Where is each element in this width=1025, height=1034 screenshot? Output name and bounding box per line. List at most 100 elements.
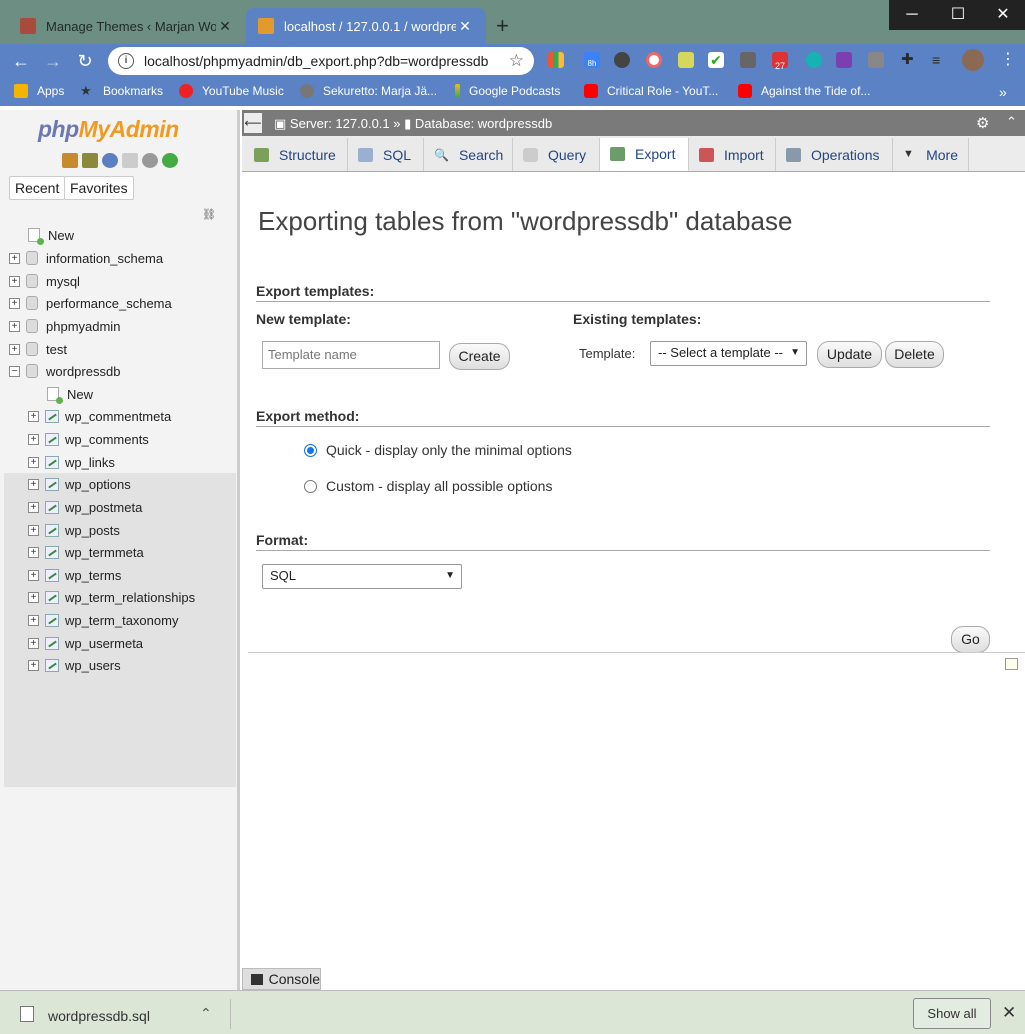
puzzle-extensions-icon[interactable]: ✚ [901,52,917,68]
check-extension-icon[interactable]: ✔ [708,52,724,68]
bookmark-bookmarks[interactable]: ★ Bookmarks [80,84,163,99]
radio-button[interactable] [304,479,317,493]
close-icon[interactable]: ✕ [1002,1003,1016,1023]
radio-custom[interactable]: Custom - display all possible options [304,478,552,494]
radio-quick[interactable]: Quick - display only the minimal options [304,442,572,458]
tab-search[interactable]: 🔍 Search [424,138,513,171]
expand-plus-icon[interactable]: + [28,637,39,649]
reading-list-icon[interactable]: ≡ [932,52,948,68]
tab-close-icon[interactable]: ✕ [456,18,474,35]
tab-sql[interactable]: SQL [348,138,424,171]
show-all-button[interactable]: Show all [913,998,991,1029]
tree-new-database[interactable]: New [28,224,74,246]
extension-icon[interactable] [646,52,662,68]
expand-plus-icon[interactable]: + [9,297,20,309]
back-arrow-icon[interactable]: ← [9,49,33,73]
bookmarks-overflow-icon[interactable]: » [999,84,1007,100]
maximize-icon[interactable]: ☐ [935,0,981,30]
tree-table-wp_terms[interactable]: + wp_terms [28,564,121,586]
bookmark-sekuretto[interactable]: Sekuretto: Marja Jä... [300,84,437,98]
breadcrumb-server[interactable]: Server: 127.0.0.1 [290,116,390,131]
tab-close-icon[interactable]: ✕ [216,18,234,35]
bookmark-against-the-tide[interactable]: Against the Tide of... [738,84,870,98]
create-button[interactable]: Create [449,343,510,370]
expand-plus-icon[interactable]: + [28,569,39,581]
site-info-icon[interactable]: i [118,53,134,69]
extension-icon[interactable] [868,52,884,68]
expand-plus-icon[interactable]: + [28,456,39,468]
chevron-up-icon[interactable]: ⌃ [200,1005,212,1022]
extension-icon[interactable] [806,52,822,68]
expand-plus-icon[interactable]: + [28,501,39,513]
go-button[interactable]: Go [951,626,990,653]
extension-icon[interactable] [740,52,756,68]
expand-plus-icon[interactable]: + [28,478,39,490]
expand-plus-icon[interactable]: + [9,275,20,287]
tab-import[interactable]: Import [689,138,776,171]
expand-plus-icon[interactable]: + [28,659,39,671]
bookmark-youtube-music[interactable]: YouTube Music [179,84,284,98]
tree-table-wp_usermeta[interactable]: + wp_usermeta [28,632,143,654]
download-filename[interactable]: wordpressdb.sql [48,1008,150,1024]
expand-plus-icon[interactable]: + [9,343,20,355]
tree-table-wp_posts[interactable]: + wp_posts [28,519,120,541]
tree-table-wp_options[interactable]: + wp_options [28,473,131,495]
tree-db-performance_schema[interactable]: + performance_schema [9,292,172,314]
minimize-icon[interactable]: ─ [889,0,935,30]
tree-db-mysql[interactable]: + mysql [9,270,80,292]
bookmark-star-icon[interactable]: ☆ [509,51,524,71]
tab-more[interactable]: ▼ More [893,138,969,171]
new-tab-button[interactable]: + [496,13,509,39]
console-toggle[interactable]: Console [242,968,321,990]
tree-table-wp_users[interactable]: + wp_users [28,654,121,676]
phpmyadmin-logo[interactable]: phpMyAdmin [38,116,179,143]
expand-plus-icon[interactable]: + [28,614,39,626]
breadcrumb-database[interactable]: Database: wordpressdb [415,116,552,131]
expand-plus-icon[interactable]: + [9,320,20,332]
tree-db-information_schema[interactable]: + information_schema [9,247,163,269]
settings-gear-icon[interactable]: ⚙ [976,114,989,132]
format-select[interactable]: SQL ▼ [262,564,462,589]
collapse-minus-icon[interactable]: − [9,365,20,377]
profile-avatar[interactable] [962,49,984,71]
expand-plus-icon[interactable]: + [28,546,39,558]
todo-extension-icon[interactable]: 27 [772,52,788,71]
tab-structure[interactable]: Structure [244,138,348,171]
tree-table-wp_links[interactable]: + wp_links [28,451,115,473]
url-text[interactable]: localhost/phpmyadmin/db_export.php?db=wo… [144,53,509,69]
tree-table-wp_postmeta[interactable]: + wp_postmeta [28,496,142,518]
tab-operations[interactable]: Operations [776,138,893,171]
calendar-extension-icon[interactable]: 8h [584,52,600,68]
extension-icon[interactable] [678,52,694,68]
template-name-input[interactable]: Template name [262,341,440,369]
help-icon[interactable] [102,153,118,168]
window-close-icon[interactable]: ✕ [981,0,1025,30]
tree-db-test[interactable]: + test [9,338,67,360]
reload-icon[interactable]: ↻ [73,49,97,73]
bookmark-critical-role[interactable]: Critical Role - YouT... [584,84,718,98]
tab-export[interactable]: Export [600,138,689,171]
tree-db-phpmyadmin[interactable]: + phpmyadmin [9,315,120,337]
tree-table-wp_comments[interactable]: + wp_comments [28,428,149,450]
extension-icon[interactable] [614,52,630,68]
tree-table-wp_commentmeta[interactable]: + wp_commentmeta [28,405,171,427]
logout-icon[interactable] [82,153,98,168]
reload-icon[interactable] [162,153,178,168]
expand-plus-icon[interactable]: + [28,524,39,536]
tree-new-table[interactable]: New [47,383,93,405]
tree-table-wp_term_taxonomy[interactable]: + wp_term_taxonomy [28,609,178,631]
browser-tab-phpmyadmin[interactable]: localhost / 127.0.0.1 / wordpress ✕ [246,8,486,44]
forward-arrow-icon[interactable]: → [41,49,65,73]
template-select[interactable]: -- Select a template -- ▼ [650,341,807,366]
address-bar[interactable]: i localhost/phpmyadmin/db_export.php?db=… [108,47,534,75]
update-button[interactable]: Update [817,341,882,368]
home-icon[interactable] [62,153,78,168]
note-icon[interactable] [1005,658,1018,670]
expand-plus-icon[interactable]: + [9,252,20,264]
tree-table-wp_term_relationships[interactable]: + wp_term_relationships [28,586,195,608]
collapse-nav-arrow-icon[interactable]: ⟵ [244,113,262,133]
menu-kebab-icon[interactable]: ⋮ [1000,52,1016,68]
tab-query[interactable]: Query [513,138,600,171]
browser-tab-manage-themes[interactable]: Manage Themes ‹ Marjan Wordp ✕ [8,8,246,44]
tree-db-wordpressdb[interactable]: − wordpressdb [9,360,120,382]
